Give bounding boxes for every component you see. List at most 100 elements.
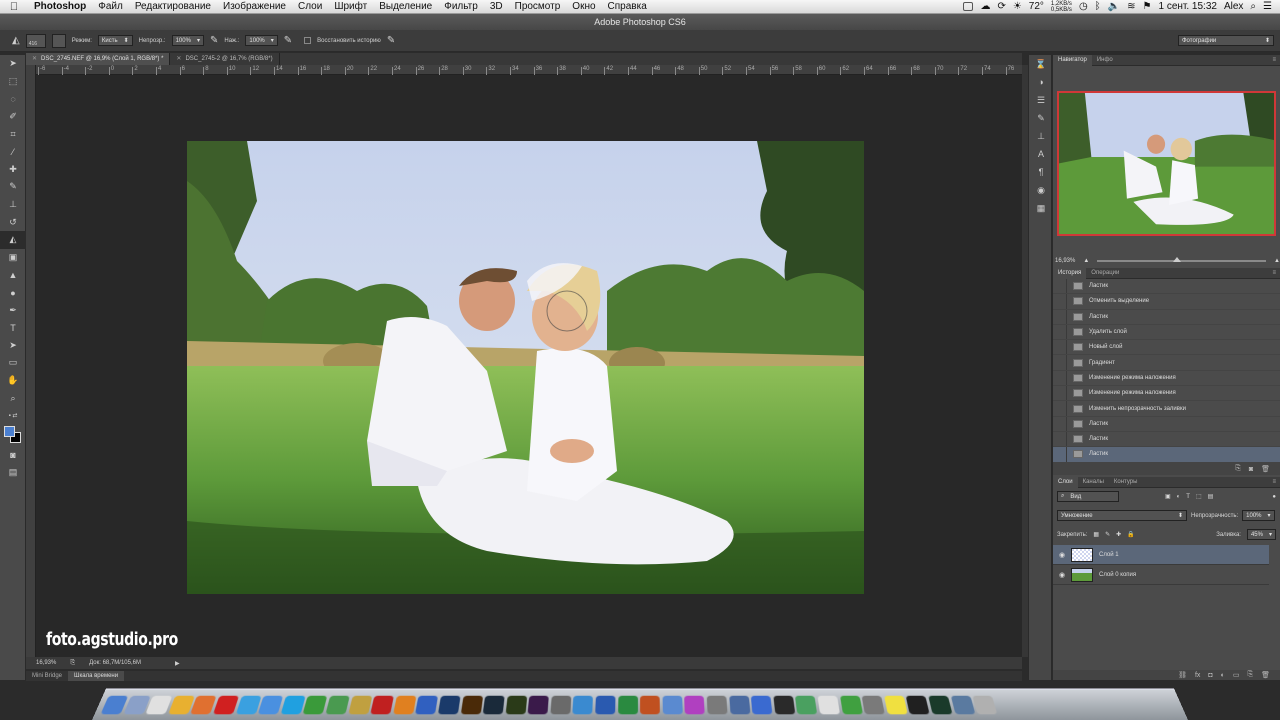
history-item-selected[interactable]: Ластик: [1053, 447, 1280, 463]
panel-menu-icon[interactable]: ≡: [1267, 268, 1280, 279]
filter-smart-icon[interactable]: ▤: [1208, 493, 1214, 500]
mask-icon[interactable]: ◘: [1208, 672, 1212, 679]
menu-layers[interactable]: Слои: [292, 1, 328, 12]
history-item[interactable]: Отменить выделение: [1053, 294, 1280, 310]
menu-select[interactable]: Выделение: [373, 1, 438, 12]
airbrush-icon[interactable]: ✎: [284, 35, 292, 46]
history-item[interactable]: Изменить непрозрачность заливки: [1053, 401, 1280, 417]
marquee-tool-icon[interactable]: ⬚: [0, 73, 26, 91]
dodge-tool-icon[interactable]: ●: [0, 284, 26, 302]
history-item[interactable]: Ластик: [1053, 416, 1280, 432]
iphoto-icon[interactable]: [572, 695, 594, 714]
lasso-tool-icon[interactable]: ◌: [0, 90, 26, 108]
tab-document-2[interactable]: ✕ DSC_2745-2 @ 16,7% (RGB/8*): [170, 53, 280, 65]
trash-icon[interactable]: [972, 695, 998, 714]
textedit-icon[interactable]: [817, 695, 840, 714]
filter-shape-icon[interactable]: ⬚: [1196, 493, 1202, 500]
tab-document-1[interactable]: ✕ DSC_2745.NEF @ 16,9% (Слой 1, RGB/8*) *: [26, 53, 171, 65]
excel-icon[interactable]: [617, 695, 638, 714]
tab-history[interactable]: История: [1053, 267, 1087, 279]
healing-brush-tool-icon[interactable]: ✚: [0, 161, 26, 179]
history-brush-tool-icon[interactable]: ↺: [0, 213, 26, 231]
camera-icon[interactable]: ◙: [1249, 466, 1253, 473]
swatches-icon[interactable]: ▦: [1029, 199, 1053, 217]
mail-icon[interactable]: [662, 695, 683, 714]
filter-pixel-icon[interactable]: ▣: [1165, 493, 1171, 500]
shape-tool-icon[interactable]: ▭: [0, 354, 26, 372]
menu-type[interactable]: Шрифт: [328, 1, 373, 12]
character-icon[interactable]: A: [1029, 145, 1053, 163]
safari-icon[interactable]: [235, 695, 262, 714]
close-icon[interactable]: ✕: [32, 56, 37, 62]
keynote-icon[interactable]: [750, 695, 773, 714]
menu-file[interactable]: Файл: [92, 1, 129, 12]
lock-paint-icon[interactable]: ✎: [1105, 531, 1110, 538]
quick-select-tool-icon[interactable]: ✐: [0, 108, 26, 126]
utorrent-icon[interactable]: [303, 695, 328, 714]
new-document-from-state-icon[interactable]: ⎘: [1235, 465, 1241, 473]
menu-edit[interactable]: Редактирование: [129, 1, 217, 12]
navigator-thumbnail[interactable]: [1057, 91, 1276, 236]
premiere-icon[interactable]: [527, 695, 550, 714]
trash-icon[interactable]: 🗑: [1261, 671, 1270, 679]
brush-presets-icon[interactable]: ✎: [1029, 109, 1053, 127]
zoom-level[interactable]: 16,93%: [36, 660, 56, 666]
layer-row[interactable]: ◉ Слой 0 копия: [1053, 565, 1269, 585]
volume-icon[interactable]: 🔈: [1108, 1, 1120, 12]
move-tool-icon[interactable]: ➤: [0, 55, 26, 73]
brush-tool-icon[interactable]: ✎: [0, 178, 26, 196]
user-name[interactable]: Alex: [1224, 1, 1243, 12]
system-prefs-icon[interactable]: [706, 695, 728, 714]
eraser-tool-icon[interactable]: ◭: [0, 230, 26, 249]
eyedropper-tool-icon[interactable]: ⁄: [0, 143, 26, 161]
calculator-icon[interactable]: [861, 695, 885, 714]
history-item[interactable]: Ластик: [1053, 431, 1280, 448]
crop-tool-icon[interactable]: ⌗: [0, 125, 26, 143]
pen-tool-icon[interactable]: ✒: [0, 301, 26, 319]
filter-type-icon[interactable]: T: [1186, 494, 1190, 500]
paragraph-icon[interactable]: ¶: [1029, 163, 1053, 181]
pressure-size-icon[interactable]: ✎: [387, 35, 395, 46]
default-colors-icon[interactable]: ▪ ⇄: [0, 407, 26, 425]
itunes-icon[interactable]: [684, 695, 706, 714]
panel-menu-icon[interactable]: ≡: [1267, 477, 1280, 488]
group-icon[interactable]: ▭: [1233, 671, 1240, 679]
status-icon[interactable]: [963, 2, 974, 11]
eraser-tool-icon[interactable]: ◭: [12, 35, 20, 46]
clone-source-icon[interactable]: ⊥: [1029, 127, 1053, 145]
quicktime-icon[interactable]: [415, 695, 439, 714]
history-item[interactable]: Ластик: [1053, 309, 1280, 325]
pressure-opacity-icon[interactable]: ✎: [210, 35, 218, 46]
color-icon[interactable]: ◉: [1029, 181, 1053, 199]
brush-panel-icon[interactable]: [51, 33, 66, 48]
downloads-icon[interactable]: [950, 695, 975, 714]
eye-icon[interactable]: ◉: [1053, 551, 1071, 559]
history-item[interactable]: Удалить слой: [1053, 324, 1280, 341]
skype-icon[interactable]: [280, 695, 306, 714]
history-item[interactable]: Изменение режима наложения: [1053, 370, 1280, 387]
blend-mode-select[interactable]: Умножение ⬍: [1057, 510, 1187, 521]
photoshop-icon[interactable]: [437, 695, 461, 714]
tab-layers[interactable]: Слои: [1053, 476, 1078, 488]
cloud-icon[interactable]: ☁: [980, 1, 990, 12]
tab-paths[interactable]: Контуры: [1109, 477, 1143, 488]
menu-view[interactable]: Просмотр: [509, 1, 567, 12]
history-item[interactable]: Изменение режима наложения: [1053, 386, 1280, 402]
tab-timeline[interactable]: Шкала времени: [68, 671, 125, 681]
tab-info[interactable]: Инфо: [1092, 55, 1118, 66]
restore-history-checkbox[interactable]: [304, 37, 312, 44]
opera-icon[interactable]: [213, 695, 240, 714]
pressure-input[interactable]: 100% ▾: [245, 35, 278, 46]
bluetooth-icon[interactable]: ᛒ: [1095, 1, 1101, 12]
menu-image[interactable]: Изображение: [217, 1, 292, 12]
notification-icon[interactable]: ☰: [1263, 1, 1272, 12]
clone-stamp-tool-icon[interactable]: ⊥: [0, 196, 26, 214]
close-icon[interactable]: ✕: [176, 56, 181, 62]
menu-photoshop[interactable]: Photoshop: [28, 1, 92, 12]
facetime-icon[interactable]: [325, 695, 350, 714]
brush-preset-picker[interactable]: 416: [25, 33, 46, 48]
workspace-select[interactable]: Фотографии ⬍: [1178, 35, 1274, 46]
clock[interactable]: 1 сент. 15:32: [1158, 1, 1216, 12]
stickies-icon[interactable]: [883, 695, 908, 714]
new-layer-icon[interactable]: ⎘: [1248, 671, 1254, 679]
